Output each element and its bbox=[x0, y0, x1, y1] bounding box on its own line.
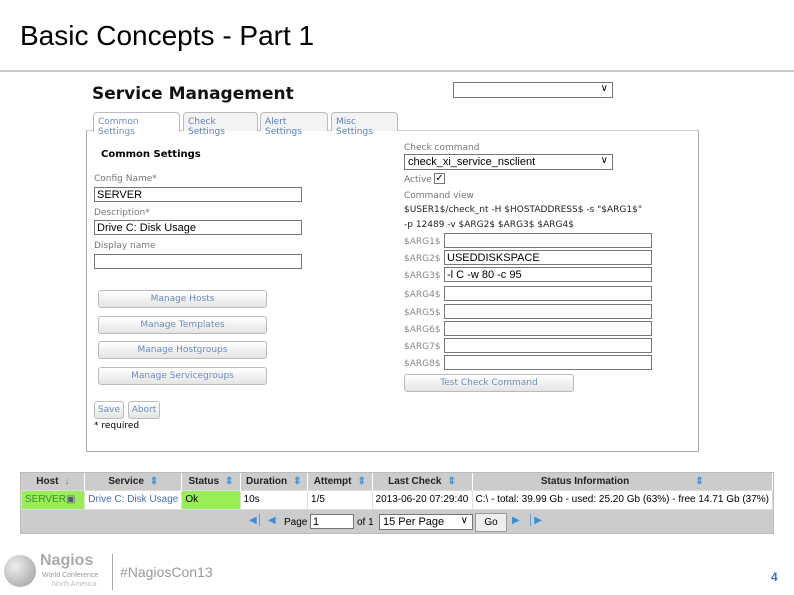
server-icon: ▣ bbox=[65, 494, 76, 505]
arg6-input[interactable] bbox=[444, 321, 652, 336]
sort-icon: ⇕ bbox=[695, 475, 704, 487]
arg8-input[interactable] bbox=[444, 355, 652, 370]
status-cell: Ok bbox=[181, 489, 241, 510]
save-button[interactable]: Save bbox=[94, 401, 124, 419]
arg1-label: $ARG1$ bbox=[404, 237, 441, 247]
abort-button[interactable]: Abort bbox=[128, 401, 160, 419]
tab-alert-settings[interactable]: Alert Settings bbox=[260, 112, 328, 137]
sort-icon: ⇕ bbox=[447, 475, 456, 487]
arg2-input[interactable]: USEDDISKSPACE bbox=[444, 250, 652, 265]
arg3-input[interactable]: -l C -w 80 -c 95 bbox=[444, 267, 652, 282]
duration-cell: 10s bbox=[239, 489, 309, 510]
test-check-command-button[interactable]: Test Check Command bbox=[404, 374, 574, 392]
display-name-input[interactable] bbox=[94, 254, 302, 269]
per-page-select[interactable]: 15 Per Page ∨ bbox=[379, 514, 473, 530]
sort-icon: ⇕ bbox=[293, 475, 302, 487]
page-input[interactable]: 1 bbox=[310, 514, 354, 529]
sort-icon: ↓ bbox=[64, 475, 70, 487]
tab-misc-settings[interactable]: Misc Settings bbox=[331, 112, 398, 137]
chevron-down-icon: ∨ bbox=[600, 155, 608, 166]
grid-header-row: Host ↓ Service ⇕ Status ⇕ Duration ⇕ Attempt… bbox=[21, 473, 774, 490]
arg7-label: $ARG7$ bbox=[404, 342, 441, 352]
col-attempt[interactable]: Attempt ⇕ bbox=[307, 473, 373, 490]
hashtag: #NagiosCon13 bbox=[120, 564, 213, 580]
display-name-label: Display name bbox=[94, 241, 156, 251]
active-checkbox[interactable]: ✓ bbox=[434, 173, 445, 184]
arg5-label: $ARG5$ bbox=[404, 308, 441, 318]
active-label: Active bbox=[404, 175, 432, 185]
section-title: Common Settings bbox=[101, 149, 201, 160]
config-name-input[interactable]: SERVER bbox=[94, 187, 302, 202]
page-label: Page bbox=[284, 517, 308, 528]
chevron-down-icon: ∨ bbox=[460, 515, 468, 526]
table-row: SERVER▣ Drive C: Disk Usage Ok 10s 1/5 2… bbox=[20, 489, 774, 510]
page-of-label: of 1 bbox=[357, 517, 374, 528]
col-duration[interactable]: Duration ⇕ bbox=[240, 473, 309, 490]
col-service[interactable]: Service ⇕ bbox=[84, 473, 183, 490]
manage-hosts-button[interactable]: Manage Hosts bbox=[98, 290, 267, 308]
status-info-cell: C:\ - total: 39.99 Gb - used: 25.20 Gb (… bbox=[471, 489, 774, 510]
arg5-input[interactable] bbox=[444, 304, 652, 319]
go-button[interactable]: Go bbox=[475, 513, 507, 532]
title-divider bbox=[0, 70, 794, 72]
arg4-label: $ARG4$ bbox=[404, 290, 441, 300]
arg6-label: $ARG6$ bbox=[404, 325, 441, 335]
chevron-down-icon: ∨ bbox=[600, 83, 608, 94]
slide-title: Basic Concepts - Part 1 bbox=[20, 20, 315, 51]
slide-number: 4 bbox=[771, 570, 778, 584]
first-page-icon[interactable]: ◀│ bbox=[249, 515, 263, 526]
last-check-cell: 2013-06-20 07:29:40 bbox=[371, 489, 473, 510]
check-command-label: Check command bbox=[404, 143, 480, 153]
tab-check-settings[interactable]: Check Settings bbox=[183, 112, 258, 137]
command-view-label: Command view bbox=[404, 191, 474, 201]
check-command-value: check_xi_service_nsclient bbox=[408, 156, 536, 168]
sort-icon: ⇕ bbox=[149, 475, 159, 487]
check-command-select[interactable]: check_xi_service_nsclient ∨ bbox=[404, 154, 613, 170]
service-cell[interactable]: Drive C: Disk Usage bbox=[84, 489, 183, 510]
manage-servicegroups-button[interactable]: Manage Servicegroups bbox=[98, 367, 267, 385]
top-select[interactable]: ∨ bbox=[453, 82, 613, 98]
page-title: Service Management bbox=[92, 84, 294, 104]
arg3-label: $ARG3$ bbox=[404, 271, 441, 281]
tab-common-settings[interactable]: Common Settings bbox=[93, 112, 180, 137]
host-cell[interactable]: SERVER▣ bbox=[20, 489, 86, 510]
arg2-label: $ARG2$ bbox=[404, 254, 441, 264]
description-input[interactable]: Drive C: Disk Usage bbox=[94, 220, 302, 235]
attempt-cell: 1/5 bbox=[307, 489, 373, 510]
manage-hostgroups-button[interactable]: Manage Hostgroups bbox=[98, 341, 267, 359]
col-last-check[interactable]: Last Check ⇕ bbox=[372, 473, 473, 490]
command-view-line2: -p 12489 -v $ARG2$ $ARG3$ $ARG4$ bbox=[404, 220, 574, 230]
last-page-icon[interactable]: │▶ bbox=[528, 515, 542, 526]
prev-page-icon[interactable]: ◀ bbox=[268, 515, 276, 526]
description-label: Description* bbox=[94, 208, 150, 218]
arg4-input[interactable] bbox=[444, 286, 652, 301]
col-host[interactable]: Host ↓ bbox=[21, 473, 86, 490]
config-name-label: Config Name* bbox=[94, 174, 157, 184]
col-status[interactable]: Status ⇕ bbox=[181, 473, 241, 490]
command-view-line1: $USER1$/check_nt -H $HOSTADDRESS$ -s "$A… bbox=[404, 205, 642, 215]
next-page-icon[interactable]: ▶ bbox=[512, 515, 520, 526]
manage-templates-button[interactable]: Manage Templates bbox=[98, 316, 267, 334]
globe-icon bbox=[4, 555, 36, 587]
arg8-label: $ARG8$ bbox=[404, 359, 441, 369]
required-note: * required bbox=[94, 421, 140, 431]
arg7-input[interactable] bbox=[444, 338, 652, 353]
sort-icon: ⇕ bbox=[225, 475, 234, 487]
sort-icon: ⇕ bbox=[357, 475, 366, 487]
col-status-information[interactable]: Status Information ⇕ bbox=[472, 473, 774, 490]
arg1-input[interactable] bbox=[444, 233, 652, 248]
